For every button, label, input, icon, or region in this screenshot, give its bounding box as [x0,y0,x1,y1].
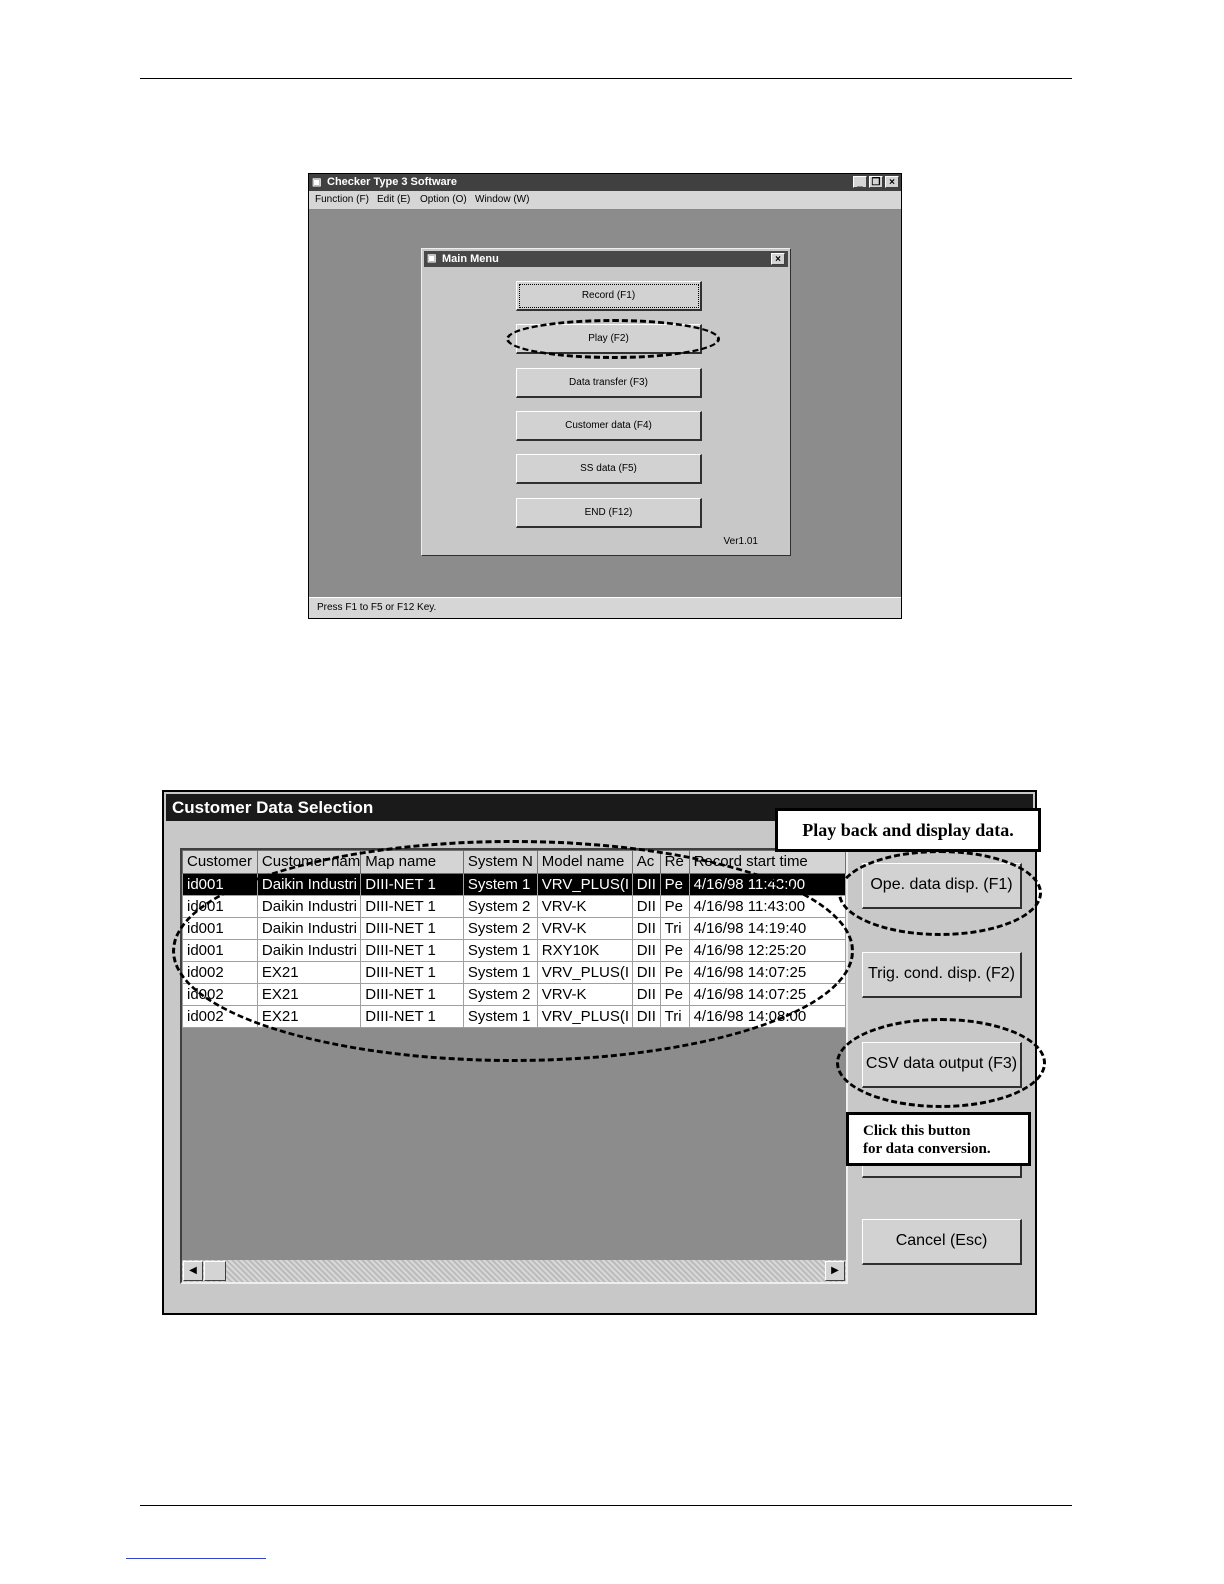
conversion-callout-line2: for data conversion. [863,1141,991,1157]
menu-function[interactable]: Function (F) [315,191,369,209]
data-transfer-button[interactable]: Data transfer (F3) [516,368,702,398]
horizontal-scrollbar[interactable]: ◀ ▶ [182,1260,846,1282]
csv-button-highlight-ellipse [836,1018,1046,1108]
menu-bar: Function (F) Edit (E) Option (O) Window … [309,191,901,210]
customer-data-button[interactable]: Customer data (F4) [516,411,702,441]
col-header[interactable]: Customer [182,850,258,874]
scroll-right-arrow-icon[interactable]: ▶ [825,1261,845,1281]
main-menu-title: Main Menu [442,253,499,265]
top-rule [140,78,1072,79]
playback-callout: Play back and display data. [775,808,1041,852]
conversion-callout-line1: Click this button [863,1123,971,1139]
menu-option[interactable]: Option (O) [420,191,467,209]
dialog-icon: ▣ [427,253,437,264]
scroll-thumb[interactable] [204,1261,226,1281]
end-button[interactable]: END (F12) [516,498,702,528]
status-bar: Press F1 to F5 or F12 Key. [309,597,901,618]
version-label: Ver1.01 [723,536,758,547]
ss-data-button[interactable]: SS data (F5) [516,454,702,484]
scroll-left-arrow-icon[interactable]: ◀ [183,1261,203,1281]
minimize-button[interactable]: _ [853,176,867,188]
bottom-rule [140,1505,1072,1506]
menu-window[interactable]: Window (W) [475,191,529,209]
record-button[interactable]: Record (F1) [516,281,702,311]
trig-cond-disp-button[interactable]: Trig. cond. disp. (F2) [862,952,1022,998]
play-highlight-ellipse [506,319,720,359]
title-bar: ▣ Checker Type 3 Software _ ❐ × [309,174,901,191]
cancel-button[interactable]: Cancel (Esc) [862,1219,1022,1265]
selection-title: Customer Data Selection [172,798,374,817]
mdi-client-area: ▣ Main Menu × Record (F1) Play (F2) Data… [309,210,901,598]
playback-callout-text: Play back and display data. [802,820,1014,840]
main-menu-title-bar: ▣ Main Menu × [424,251,788,267]
close-button[interactable]: × [885,176,899,188]
conversion-callout: Click this button for data conversion. [846,1112,1031,1166]
ope-button-highlight-ellipse [838,850,1042,936]
app-icon: ▣ [312,177,322,188]
checker-software-window: ▣ Checker Type 3 Software _ ❐ × Function… [308,173,902,619]
menu-edit[interactable]: Edit (E) [377,191,410,209]
table-highlight-ellipse [172,840,854,1062]
status-text: Press F1 to F5 or F12 Key. [317,602,437,613]
window-title: Checker Type 3 Software [327,176,458,188]
main-menu-close-button[interactable]: × [771,253,785,265]
restore-button[interactable]: ❐ [869,176,883,188]
footer-link-underline [126,1558,266,1559]
main-menu-dialog: ▣ Main Menu × Record (F1) Play (F2) Data… [421,248,791,556]
